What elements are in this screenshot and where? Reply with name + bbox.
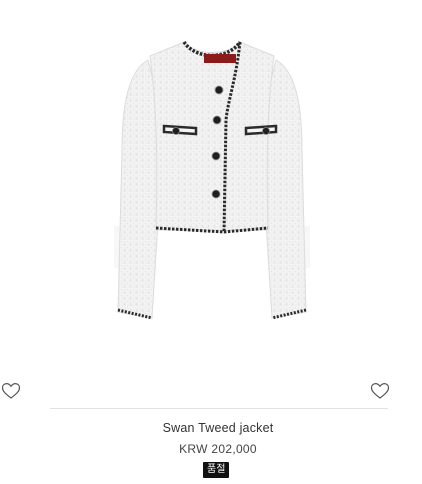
front-button-1 [214,85,224,95]
wishlist-heart-icon-left[interactable] [1,382,21,400]
front-button-2 [212,115,222,125]
product-name[interactable]: Swan Tweed jacket [0,421,422,435]
jacket-body [149,41,275,231]
soldout-badge: 품절 [203,462,230,478]
heart-outline-icon [1,382,21,399]
front-button-3 [211,151,221,161]
right-pocket-flap [244,124,278,136]
wishlist-heart-icon-right[interactable] [370,382,390,400]
left-pocket-flap [162,124,198,136]
brand-tag [204,54,236,63]
product-divider [50,408,388,409]
product-image[interactable] [0,0,422,380]
jacket-illustration [114,40,310,320]
heart-outline-icon [370,382,390,399]
front-button-4 [211,189,221,199]
pocket-button-left [172,127,180,135]
product-price: KRW 202,000 [179,442,257,456]
pocket-button-right [262,127,270,135]
